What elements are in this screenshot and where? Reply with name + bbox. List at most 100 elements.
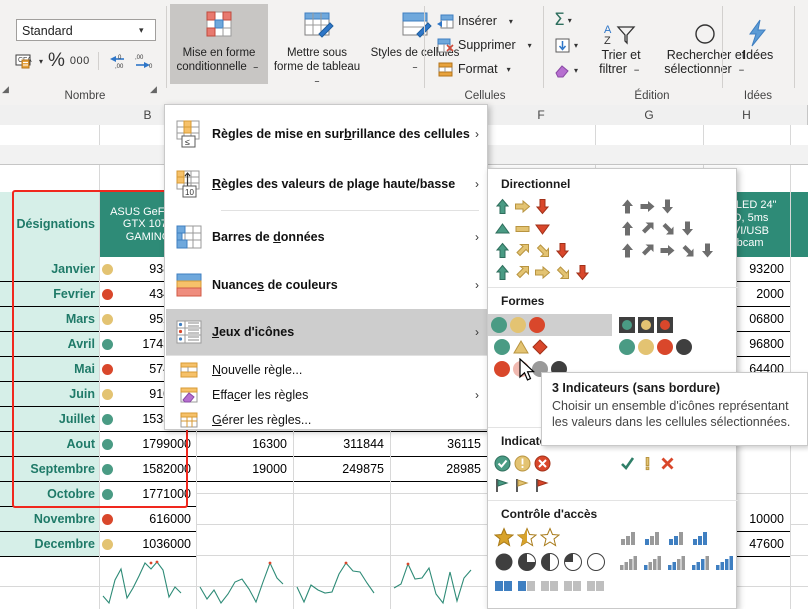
chevron-down-icon-format[interactable]: ▾ bbox=[507, 65, 511, 74]
menu-item-data-bars[interactable]: Barres de données › bbox=[166, 213, 488, 261]
arrow-down-gray-icon bbox=[682, 221, 693, 235]
format-as-table-button[interactable]: Mettre sous forme de tableau ﹣ bbox=[268, 4, 366, 87]
value-cell-b[interactable]: 1799000 bbox=[100, 432, 196, 457]
menu-item-color-scales[interactable]: Nuances de couleurs › bbox=[166, 261, 488, 309]
fill-button[interactable]: ▾ bbox=[554, 33, 578, 57]
iconset-3-stars[interactable] bbox=[491, 526, 563, 548]
chevron-down-icon-delete[interactable]: ▾ bbox=[528, 41, 532, 50]
month-label-cell[interactable]: Juillet bbox=[0, 407, 99, 432]
iconset-4-boxes[interactable] bbox=[491, 576, 609, 598]
insert-cells-button[interactable]: Insérer ▾ bbox=[436, 9, 513, 33]
menu-item-clear-rules[interactable]: Effacer les règles › bbox=[166, 382, 488, 407]
iconset-3-traffic-lights-unrimmed[interactable] bbox=[488, 314, 612, 336]
chevron-down-icon-cs[interactable]: ﹣ bbox=[409, 61, 421, 73]
iconset-4-arrows-gray[interactable] bbox=[616, 217, 699, 239]
value-cell-d[interactable]: 249875 bbox=[294, 457, 390, 482]
accounting-format-icon[interactable]: CFA bbox=[14, 49, 34, 73]
number-format-select[interactable]: Standard bbox=[16, 19, 156, 41]
iconset-3-arrows-colored[interactable] bbox=[491, 195, 554, 217]
month-label-cell[interactable]: Octobre bbox=[0, 482, 99, 507]
format-cells-button[interactable]: Format ▾ bbox=[436, 57, 511, 81]
chevron-down-icon-fat[interactable]: ﹣ bbox=[311, 75, 323, 87]
month-label-cell[interactable]: Mars bbox=[0, 307, 99, 332]
iconset-3-arrows-gray[interactable] bbox=[616, 195, 679, 217]
menu-label-highlight-rules: Règles de mise en surbrillance des cellu… bbox=[212, 127, 470, 141]
dialog-launcher-icon[interactable]: ◢ bbox=[150, 84, 157, 95]
iconset-5-arrows-gray[interactable] bbox=[616, 239, 719, 261]
chevron-down-icon[interactable]: ▾ bbox=[139, 25, 144, 36]
month-label-cell[interactable]: Janvier bbox=[0, 257, 99, 282]
iconset-3-symbols-circled[interactable] bbox=[491, 452, 554, 474]
value-h: 96800 bbox=[749, 336, 784, 351]
value-cell-e[interactable]: 28985 bbox=[391, 457, 487, 482]
column-header-a[interactable] bbox=[0, 105, 100, 125]
flag-red-icon bbox=[536, 478, 549, 492]
month-label-cell[interactable]: Avril bbox=[0, 332, 99, 357]
conditional-formatting-menu[interactable]: ≤ Règles de mise en surbrillance des cel… bbox=[164, 104, 488, 430]
chevron-down-icon-accounting[interactable]: ▾ bbox=[39, 57, 43, 66]
chevron-down-icon-autosum[interactable]: ▾ bbox=[568, 16, 572, 25]
iconset-5-arrows-colored[interactable] bbox=[491, 261, 594, 283]
conditional-formatting-button[interactable]: Mise en forme conditionnelle ﹣ bbox=[170, 4, 268, 84]
month-label-cell[interactable]: Decembre bbox=[0, 532, 99, 557]
menu-item-manage-rules[interactable]: Gérer les règles... bbox=[166, 407, 488, 432]
value-h: 47600 bbox=[749, 536, 784, 551]
header-product-i[interactable] bbox=[791, 192, 808, 257]
clear-button[interactable]: ▾ bbox=[554, 58, 578, 82]
value-cell-c[interactable]: 19000 bbox=[197, 457, 293, 482]
thousands-separator-icon[interactable]: 000 bbox=[70, 49, 90, 73]
autosum-button[interactable]: Σ ▾ bbox=[554, 8, 572, 32]
month-label-cell[interactable]: Septembre bbox=[0, 457, 99, 482]
month-label-cell[interactable]: Juin bbox=[0, 382, 99, 407]
column-header-g[interactable]: G bbox=[595, 105, 704, 125]
iconset-5-quarters[interactable] bbox=[491, 551, 609, 573]
value-cell-b[interactable]: 1771000 bbox=[100, 482, 196, 507]
dialog-launcher-icon-left[interactable]: ◢ bbox=[2, 84, 9, 95]
iconset-3-triangles[interactable] bbox=[491, 217, 554, 239]
month-label-cell[interactable]: Mai bbox=[0, 357, 99, 382]
menu-item-new-rule[interactable]: Nouvelle règle... bbox=[166, 357, 488, 382]
ideas-button[interactable]: Idées bbox=[728, 18, 788, 62]
chevron-down-icon-cf[interactable]: ﹣ bbox=[250, 61, 262, 73]
column-header-h[interactable]: H bbox=[703, 105, 791, 125]
chevron-down-icon-find[interactable]: ﹣ bbox=[735, 62, 748, 76]
iconset-3-symbols-plain[interactable] bbox=[616, 452, 679, 474]
circle-green-icon bbox=[491, 317, 507, 333]
sort-filter-button[interactable]: A Z Trier et filtrer ﹣ bbox=[586, 22, 656, 76]
iconset-4-ratings-bars[interactable] bbox=[616, 526, 715, 548]
signal-bars-2of4-icon bbox=[668, 556, 685, 570]
percent-style-icon[interactable]: % bbox=[48, 49, 65, 73]
menu-item-highlight-rules[interactable]: ≤ Règles de mise en surbrillance des cel… bbox=[166, 109, 488, 159]
value-cell-b[interactable]: 1582000 bbox=[100, 457, 196, 482]
chevron-down-icon-sort[interactable]: ﹣ bbox=[630, 62, 643, 76]
month-label-cell[interactable]: Novembre bbox=[0, 507, 99, 532]
group-label-edition: Édition bbox=[634, 90, 670, 102]
chevron-down-icon-fill[interactable]: ▾ bbox=[574, 41, 578, 50]
column-header-f[interactable]: F bbox=[487, 105, 596, 125]
circle-red-icon bbox=[657, 339, 673, 355]
delete-cells-button[interactable]: Supprimer ▾ bbox=[436, 33, 532, 57]
value-cell-e[interactable]: 36115 bbox=[391, 432, 487, 457]
month-label: Mars bbox=[65, 311, 95, 326]
menu-item-icon-sets[interactable]: Jeux d'icônes › bbox=[166, 309, 488, 355]
increase-decimal-icon[interactable]: 0 ,00 bbox=[107, 49, 129, 73]
header-designations[interactable]: Désignations bbox=[14, 192, 99, 257]
iconset-3-traffic-lights-rimmed[interactable] bbox=[616, 314, 676, 336]
iconset-4-arrows-colored[interactable] bbox=[491, 239, 574, 261]
iconset-4-traffic-lights[interactable] bbox=[616, 336, 695, 358]
chevron-down-icon-insert[interactable]: ▾ bbox=[509, 17, 513, 26]
menu-item-top-bottom-rules[interactable]: 10 Règles des valeurs de plage haute/bas… bbox=[166, 159, 488, 209]
chevron-down-icon-clear[interactable]: ▾ bbox=[574, 66, 578, 75]
value-cell-d[interactable]: 311844 bbox=[294, 432, 390, 457]
month-label-cell[interactable]: Fevrier bbox=[0, 282, 99, 307]
month-label-cell[interactable]: Aout bbox=[0, 432, 99, 457]
value-d: 249875 bbox=[342, 461, 384, 476]
value-cell-c[interactable]: 16300 bbox=[197, 432, 293, 457]
iconset-5-ratings-bars[interactable] bbox=[616, 551, 739, 573]
decrease-decimal-icon[interactable]: ,00 0 bbox=[134, 49, 156, 73]
column-header-i[interactable] bbox=[790, 105, 808, 125]
value-cell-b[interactable]: 1036000 bbox=[100, 532, 196, 557]
iconset-3-signs[interactable] bbox=[491, 336, 551, 358]
iconset-3-flags[interactable] bbox=[491, 474, 554, 496]
value-cell-b[interactable]: 616000 bbox=[100, 507, 196, 532]
